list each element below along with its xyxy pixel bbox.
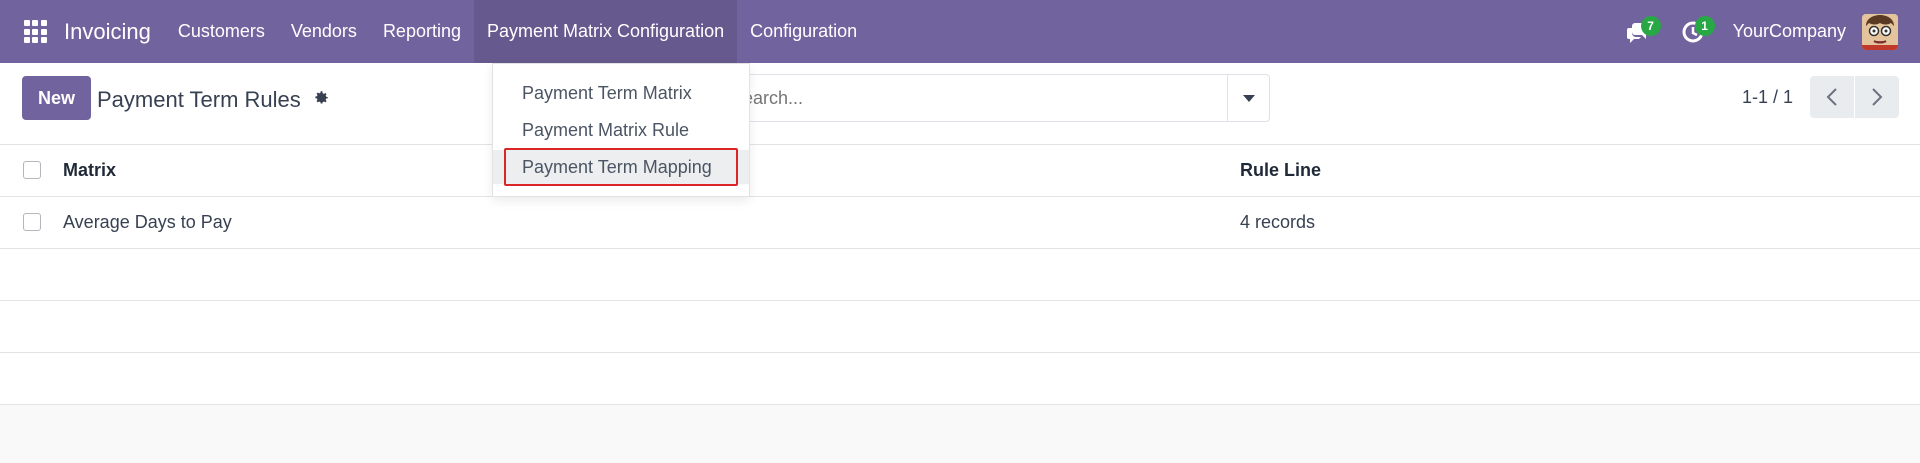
cell-matrix[interactable]: Average Days to Pay [63, 212, 232, 233]
row-checkbox[interactable] [23, 213, 41, 231]
search-bar[interactable] [720, 74, 1270, 122]
page-title: Payment Term Rules [97, 87, 301, 112]
empty-row [0, 249, 1920, 301]
messages-button[interactable]: 7 [1619, 12, 1661, 52]
column-header-rule-line[interactable]: Rule Line [1240, 160, 1321, 181]
activities-button[interactable]: 1 [1673, 12, 1715, 52]
select-all-checkbox[interactable] [23, 161, 41, 179]
apps-menu-icon[interactable] [0, 0, 70, 63]
caret-down-icon [1242, 94, 1255, 102]
dropdown-item-payment-matrix-rule[interactable]: Payment Matrix Rule [493, 113, 749, 147]
table-row[interactable]: Average Days to Pay 4 records [0, 197, 1920, 249]
app-brand[interactable]: Invoicing [64, 19, 165, 45]
pager-next-button[interactable] [1855, 76, 1899, 118]
column-header-matrix[interactable]: Matrix [63, 160, 116, 181]
dropdown-item-payment-term-matrix[interactable]: Payment Term Matrix [493, 76, 749, 110]
list-view: Matrix Rule Line Average Days to Pay 4 r… [0, 145, 1920, 405]
messages-count-badge: 7 [1640, 15, 1661, 36]
pager-previous-button[interactable] [1810, 76, 1854, 118]
menu-configuration[interactable]: Configuration [737, 0, 870, 63]
payment-matrix-dropdown: Payment Term Matrix Payment Matrix Rule … [492, 63, 750, 197]
search-options-toggle[interactable] [1227, 75, 1269, 121]
menu-customers[interactable]: Customers [165, 0, 278, 63]
chevron-left-icon [1826, 88, 1837, 106]
control-panel: New Payment Term Rules 1-1 / 1 [0, 63, 1920, 145]
user-avatar[interactable] [1862, 13, 1898, 50]
top-navbar: Invoicing Customers Vendors Reporting Pa… [0, 0, 1920, 63]
empty-row [0, 301, 1920, 353]
dropdown-item-payment-term-mapping[interactable]: Payment Term Mapping [493, 150, 749, 184]
empty-row [0, 353, 1920, 405]
menu-payment-matrix-configuration[interactable]: Payment Matrix Configuration [473, 0, 738, 63]
search-input[interactable] [731, 85, 1231, 111]
gear-icon[interactable] [312, 89, 330, 107]
new-button[interactable]: New [22, 76, 91, 120]
chevron-right-icon [1872, 88, 1883, 106]
menu-vendors[interactable]: Vendors [278, 0, 370, 63]
menu-reporting[interactable]: Reporting [370, 0, 474, 63]
table-header: Matrix Rule Line [0, 145, 1920, 197]
activities-count-badge: 1 [1694, 15, 1715, 36]
pager-value[interactable]: 1-1 / 1 [1742, 87, 1793, 108]
company-switcher[interactable]: YourCompany [1733, 21, 1846, 42]
cell-rule-line[interactable]: 4 records [1240, 212, 1315, 233]
